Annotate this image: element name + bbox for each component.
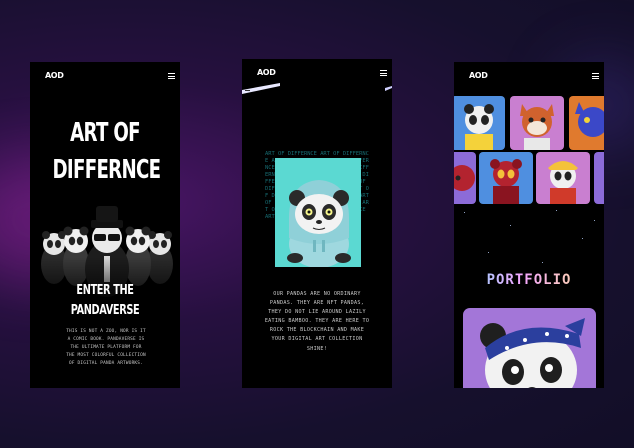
top-nav: AOD [454, 62, 604, 90]
nft-tile[interactable] [569, 96, 604, 150]
featured-panda-card [275, 158, 361, 268]
menu-icon[interactable] [168, 73, 175, 79]
hero-description: THIS IS NOT A ZOO, NOR IS IT A COMIC BOO… [66, 329, 146, 366]
portfolio-featured-card[interactable] [463, 308, 596, 388]
menu-icon[interactable] [592, 73, 599, 79]
phone-screen-portfolio: AOD PORTFOLIO [454, 62, 604, 388]
phone-screen-hero: AOD ART OF DIFFERNCE ENTER THE PANDAVERS… [30, 62, 180, 388]
logo[interactable]: AOD [469, 71, 488, 80]
logo[interactable]: AOD [257, 68, 276, 77]
top-nav: AOD [30, 62, 180, 90]
cta-heading-line2: PANDAVERSE [70, 303, 140, 318]
phone-screen-about: AOD ART OF DIFFERNCE ART OF DIFFERNCE AR… [242, 59, 392, 388]
nft-tile[interactable] [479, 152, 533, 204]
nft-tile[interactable] [594, 152, 604, 204]
cta-heading-line1: ENTER THE [76, 283, 134, 298]
nft-tile[interactable] [454, 152, 476, 204]
hero-title-line1: ART OF [70, 118, 140, 148]
marquee-strip [242, 83, 280, 94]
hero-title-line2: DIFFERNCE [52, 155, 162, 185]
nft-tile[interactable] [510, 96, 564, 150]
marquee-strip-end [385, 86, 392, 91]
about-description: OUR PANDAS ARE NO ORDINARY PANDAS. THEY … [264, 291, 370, 352]
nft-tile[interactable] [536, 152, 590, 204]
menu-icon[interactable] [380, 70, 387, 76]
logo[interactable]: AOD [45, 71, 64, 80]
hoodie-panda-illustration [287, 180, 351, 268]
nft-tile[interactable] [454, 96, 505, 150]
bandana-panda-illustration [480, 318, 585, 388]
portfolio-heading: PORTFOLIO [454, 272, 604, 288]
